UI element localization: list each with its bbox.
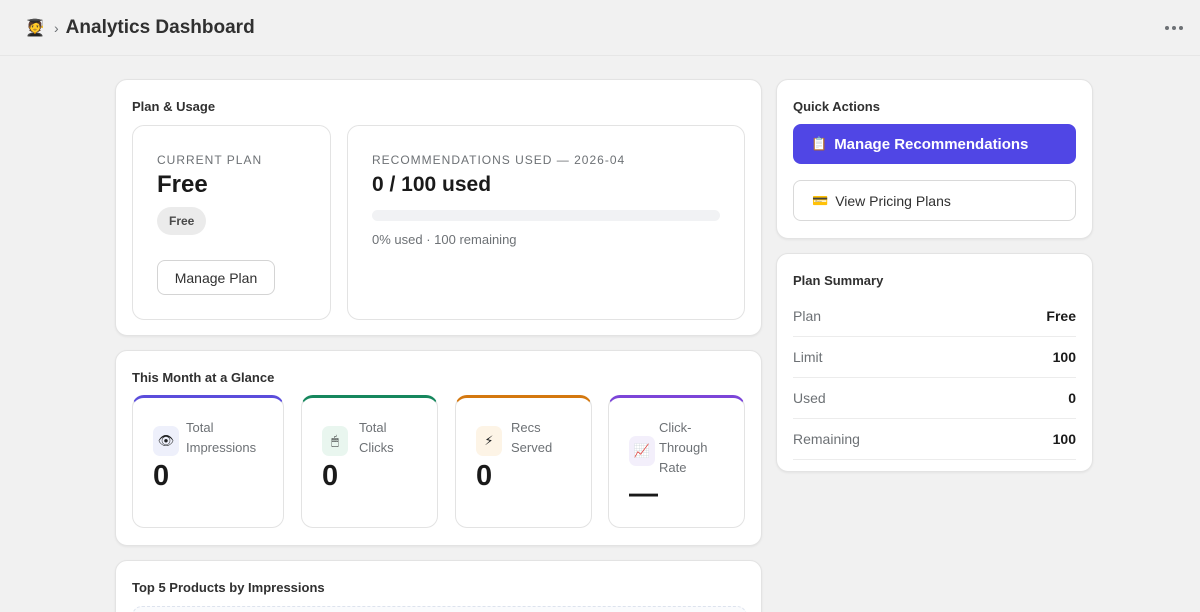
summary-value: Free — [1046, 308, 1076, 324]
more-actions-button[interactable] — [1162, 18, 1186, 38]
recommendations-used-value: 0 / 100 used — [372, 173, 492, 196]
stat-card-impressions: 👁 Total Impressions 0 — [132, 395, 284, 528]
credit-card-icon: 💳 — [812, 192, 829, 208]
usage-caption: 0% used · 100 remaining — [372, 232, 517, 247]
summary-row-used: Used 0 — [793, 378, 1076, 419]
lightning-icon: ⚡ — [476, 426, 502, 456]
top-products-card: Top 5 Products by Impressions — [115, 560, 762, 612]
plan-usage-card: Plan & Usage CURRENT PLAN Free Free Mana… — [115, 79, 762, 336]
stat-value: 0 — [322, 460, 339, 492]
summary-value: 0 — [1068, 390, 1076, 406]
stat-label: Total Clicks — [359, 420, 394, 455]
manage-recommendations-label: Manage Recommendations — [834, 135, 1029, 153]
stat-value: 0 — [153, 460, 170, 492]
page-title: Analytics Dashboard — [65, 16, 255, 38]
plan-usage-title: Plan & Usage — [132, 99, 216, 114]
usage-progress-bar — [372, 210, 720, 221]
dot-icon — [1165, 26, 1169, 30]
glance-card: This Month at a Glance 👁 Total Impressio… — [115, 350, 762, 546]
top-products-list — [132, 606, 747, 612]
summary-key: Plan — [793, 308, 822, 324]
eye-icon: 👁 — [153, 426, 179, 456]
clipboard-icon: 📋 — [811, 136, 828, 151]
plan-summary-card: Plan Summary Plan Free Limit 100 Used 0 … — [776, 253, 1093, 472]
current-plan-name: Free — [157, 171, 208, 198]
summary-key: Used — [793, 390, 826, 406]
plan-summary-title: Plan Summary — [793, 273, 884, 288]
top-bar: 🧑‍🎓 › Analytics Dashboard — [0, 0, 1200, 56]
stat-value: 0 — [476, 460, 493, 492]
stat-card-ctr: 📈 Click-Through Rate — — [608, 395, 745, 528]
top-products-title: Top 5 Products by Impressions — [132, 580, 325, 595]
dot-icon — [1179, 26, 1183, 30]
breadcrumb-separator: › — [54, 19, 59, 36]
stat-label: Recs Served — [511, 420, 553, 455]
manage-recommendations-button[interactable]: 📋 Manage Recommendations — [793, 124, 1076, 164]
dot-icon — [1172, 26, 1176, 30]
recommendations-used-panel: RECOMMENDATIONS USED — 2026-04 0 / 100 u… — [347, 125, 745, 320]
manage-plan-button[interactable]: Manage Plan — [157, 260, 275, 295]
mouse-icon: 🖱 — [322, 426, 348, 456]
stat-card-clicks: 🖱 Total Clicks 0 — [301, 395, 438, 528]
stat-label: Click-Through Rate — [659, 420, 708, 475]
current-plan-panel: CURRENT PLAN Free Free Manage Plan — [132, 125, 331, 320]
recommendations-used-label: RECOMMENDATIONS USED — 2026-04 — [372, 153, 626, 167]
summary-row-limit: Limit 100 — [793, 337, 1076, 378]
summary-value: 100 — [1052, 431, 1076, 447]
summary-key: Remaining — [793, 431, 860, 447]
glance-title: This Month at a Glance — [132, 370, 275, 385]
view-pricing-plans-button[interactable]: 💳 View Pricing Plans — [793, 180, 1076, 221]
summary-value: 100 — [1052, 349, 1076, 365]
app-logo-icon[interactable]: 🧑‍🎓 — [24, 17, 46, 39]
stat-value: — — [629, 478, 658, 510]
summary-row-remaining: Remaining 100 — [793, 419, 1076, 460]
view-pricing-plans-label: View Pricing Plans — [835, 192, 951, 209]
stat-label: Total Impressions — [186, 420, 257, 455]
quick-actions-title: Quick Actions — [793, 99, 880, 114]
quick-actions-card: Quick Actions 📋 Manage Recommendations 💳… — [776, 79, 1093, 239]
summary-key: Limit — [793, 349, 823, 365]
stat-card-recs-served: ⚡ Recs Served 0 — [455, 395, 592, 528]
summary-row-plan: Plan Free — [793, 296, 1076, 337]
plan-badge: Free — [157, 207, 207, 235]
chart-trend-icon: 📈 — [629, 436, 655, 466]
current-plan-label: CURRENT PLAN — [157, 153, 263, 167]
